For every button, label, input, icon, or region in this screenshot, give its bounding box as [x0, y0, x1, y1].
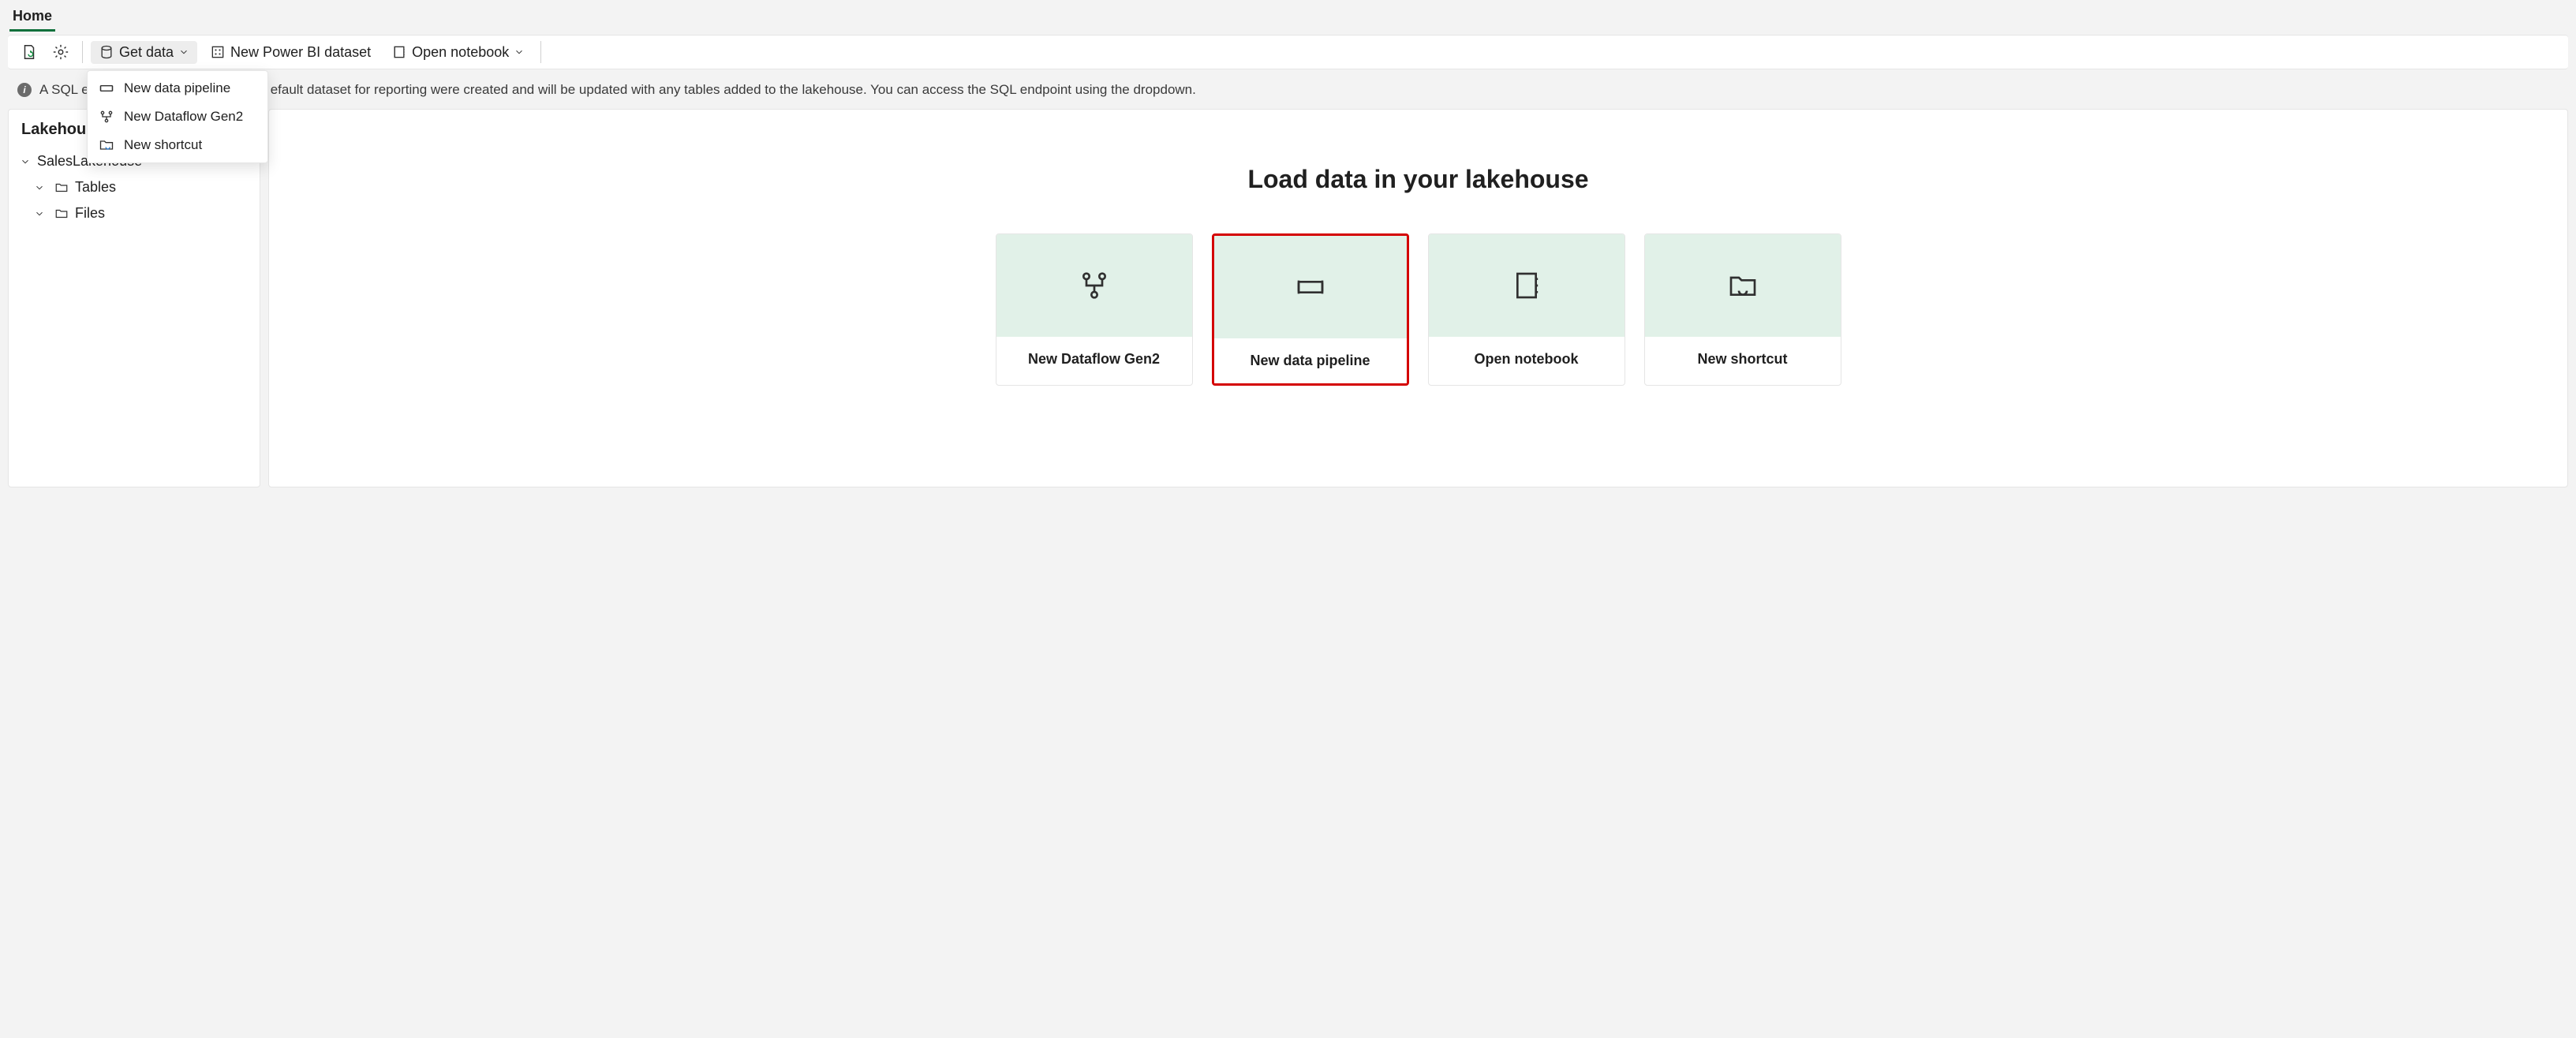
card-new-dataflow-gen2[interactable]: New Dataflow Gen2	[996, 233, 1193, 386]
notebook-icon	[391, 44, 407, 60]
notebook-icon	[1511, 270, 1542, 301]
separator	[82, 41, 83, 63]
open-notebook-label: Open notebook	[412, 44, 509, 61]
tree-node-label: Tables	[75, 179, 116, 196]
chevron-down-icon	[514, 47, 525, 58]
nav-tabs: Home	[0, 0, 2576, 32]
tree-node-label: Files	[75, 205, 105, 222]
refresh-button[interactable]	[16, 40, 43, 64]
shortcut-folder-icon	[1727, 270, 1759, 301]
menu-item-label: New Dataflow Gen2	[124, 109, 243, 125]
info-text-suffix: efault dataset for reporting were create…	[271, 82, 1196, 98]
file-refresh-icon	[21, 43, 38, 61]
get-data-label: Get data	[119, 44, 174, 61]
open-notebook-button[interactable]: Open notebook	[383, 41, 533, 64]
tree-node-tables[interactable]: Tables	[28, 174, 255, 200]
info-banner: i A SQL e efault dataset for reporting w…	[11, 77, 2565, 103]
chevron-down-icon	[34, 182, 45, 193]
get-data-button[interactable]: Get data	[91, 41, 197, 64]
card-illustration	[1429, 234, 1624, 337]
new-dataset-button[interactable]: New Power BI dataset	[202, 41, 379, 64]
pipeline-icon	[1295, 271, 1326, 303]
dataflow-icon	[1079, 270, 1110, 301]
card-label: Open notebook	[1429, 337, 1624, 382]
card-illustration	[1214, 236, 1407, 338]
card-open-notebook[interactable]: Open notebook	[1428, 233, 1625, 386]
chevron-down-icon	[20, 156, 31, 167]
dataflow-icon	[99, 109, 114, 125]
card-new-shortcut[interactable]: New shortcut	[1644, 233, 1841, 386]
info-text-prefix: A SQL e	[39, 82, 89, 98]
menu-new-data-pipeline[interactable]: New data pipeline	[88, 74, 267, 103]
menu-new-shortcut[interactable]: New shortcut	[88, 131, 267, 159]
folder-icon	[54, 181, 69, 195]
folder-icon	[54, 207, 69, 221]
menu-item-label: New shortcut	[124, 137, 202, 153]
ribbon: Get data New Power BI dataset Open noteb…	[8, 35, 2568, 69]
info-icon: i	[17, 83, 32, 97]
dataset-grid-icon	[210, 44, 226, 60]
tree-node-files[interactable]: Files	[28, 200, 255, 226]
chevron-down-icon	[178, 47, 189, 58]
card-illustration	[1645, 234, 1841, 337]
gear-icon	[52, 43, 69, 61]
database-icon	[99, 44, 114, 60]
menu-new-dataflow-gen2[interactable]: New Dataflow Gen2	[88, 103, 267, 131]
page-title: Load data in your lakehouse	[293, 165, 2544, 194]
shortcut-folder-icon	[99, 137, 114, 153]
pipeline-icon	[99, 80, 114, 96]
main-content: Load data in your lakehouse New Dataflow…	[268, 109, 2568, 487]
card-new-data-pipeline[interactable]: New data pipeline	[1212, 233, 1409, 386]
separator	[540, 41, 541, 63]
settings-button[interactable]	[47, 40, 74, 64]
lakehouse-explorer: Lakehouse SalesLakehouse Tables Files	[8, 109, 260, 487]
get-data-menu: New data pipeline New Dataflow Gen2 New …	[87, 70, 268, 163]
card-label: New shortcut	[1645, 337, 1841, 382]
tab-home[interactable]: Home	[9, 5, 55, 32]
menu-item-label: New data pipeline	[124, 80, 230, 96]
chevron-down-icon	[34, 208, 45, 219]
cards-row: New Dataflow Gen2 New data pipeline	[293, 233, 2544, 386]
card-illustration	[996, 234, 1192, 337]
new-dataset-label: New Power BI dataset	[230, 44, 371, 61]
card-label: New Dataflow Gen2	[996, 337, 1192, 382]
card-label: New data pipeline	[1214, 338, 1407, 383]
